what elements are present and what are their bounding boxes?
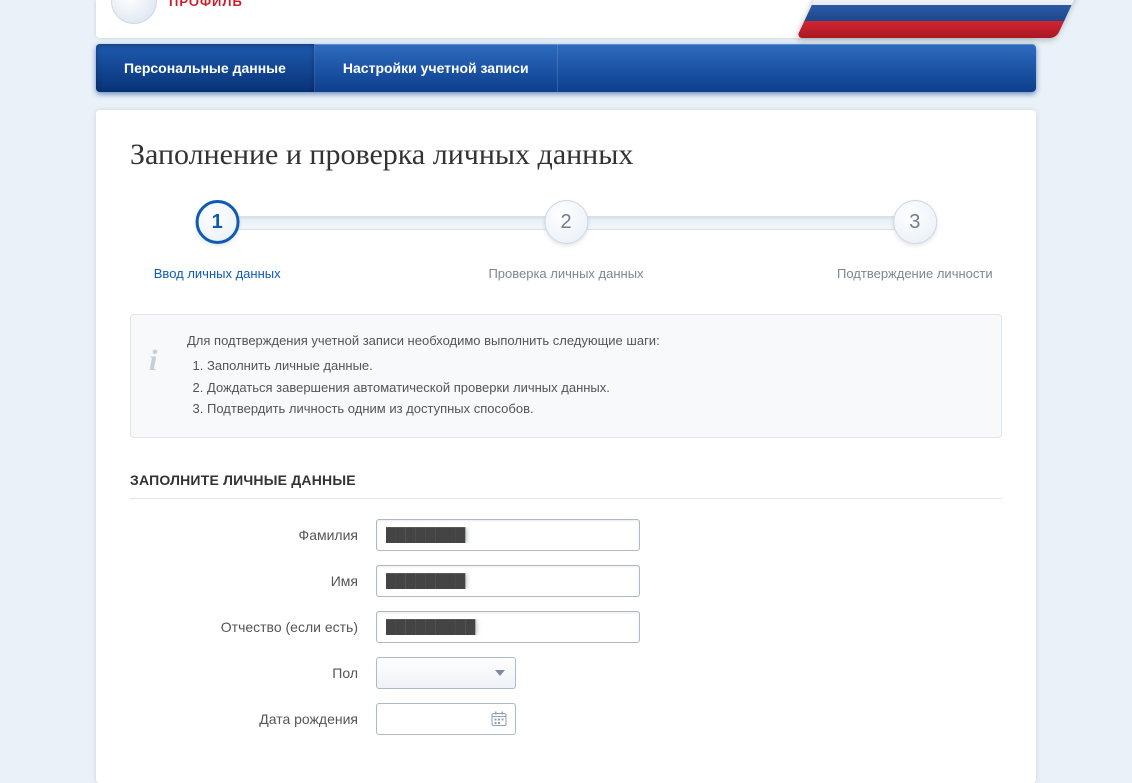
tab-label: Настройки учетной записи [343,60,529,76]
step-circle: 3 [893,200,937,244]
info-item: Дождаться завершения автоматической пров… [207,378,981,399]
row-gender: Пол [130,657,1002,689]
chevron-down-icon [495,670,505,676]
header-strip: ПРОФИЛЬ за границей: +7 (499) 550-18-39 [96,0,1036,38]
emblem-icon [111,0,157,24]
row-dob: Дата рождения [130,703,1002,735]
info-item: Подтвердить личность одним из доступных … [207,399,981,420]
gender-select[interactable] [376,657,516,689]
name-field[interactable] [376,565,640,597]
main-card: Заполнение и проверка личных данных 1 Вв… [96,110,1036,783]
personal-data-form: Фамилия Имя Отчество (если есть) Пол [130,519,1002,735]
step-caption: Ввод личных данных [154,266,281,281]
step-caption: Подтверждение личности [837,266,993,281]
info-list: Заполнить личные данные. Дождаться завер… [189,356,981,420]
tab-personal-data[interactable]: Персональные данные [96,44,315,92]
dob-label: Дата рождения [130,711,376,727]
patronymic-label: Отчество (если есть) [130,619,376,635]
surname-field[interactable] [376,519,640,551]
info-icon: i [149,337,157,385]
brand-text: ПРОФИЛЬ [169,0,243,9]
row-name: Имя [130,565,1002,597]
navbar: Персональные данные Настройки учетной за… [96,44,1036,92]
gender-label: Пол [130,665,376,681]
page-title: Заполнение и проверка личных данных [130,138,1002,172]
stepper: 1 Ввод личных данных 2 Проверка личных д… [130,200,1002,270]
step-circle: 1 [195,200,239,244]
surname-label: Фамилия [130,527,376,543]
row-surname: Фамилия [130,519,1002,551]
calendar-icon [491,711,507,727]
name-label: Имя [130,573,376,589]
tab-account-settings[interactable]: Настройки учетной записи [315,44,558,92]
step-2[interactable]: 2 Проверка личных данных [488,200,643,281]
flag-decoration [808,0,1068,38]
step-caption: Проверка личных данных [488,266,643,281]
patronymic-field[interactable] [376,611,640,643]
tab-label: Персональные данные [124,60,286,76]
info-item: Заполнить личные данные. [207,356,981,377]
step-circle: 2 [544,200,588,244]
info-intro: Для подтверждения учетной записи необход… [187,331,981,352]
info-box: i Для подтверждения учетной записи необх… [130,314,1002,438]
row-patronymic: Отчество (если есть) [130,611,1002,643]
brand: ПРОФИЛЬ [111,0,243,24]
step-3[interactable]: 3 Подтверждение личности [837,200,993,281]
step-1[interactable]: 1 Ввод личных данных [154,200,281,281]
form-section-header: ЗАПОЛНИТЕ ЛИЧНЫЕ ДАННЫЕ [130,472,1002,499]
dob-field[interactable] [376,703,516,735]
